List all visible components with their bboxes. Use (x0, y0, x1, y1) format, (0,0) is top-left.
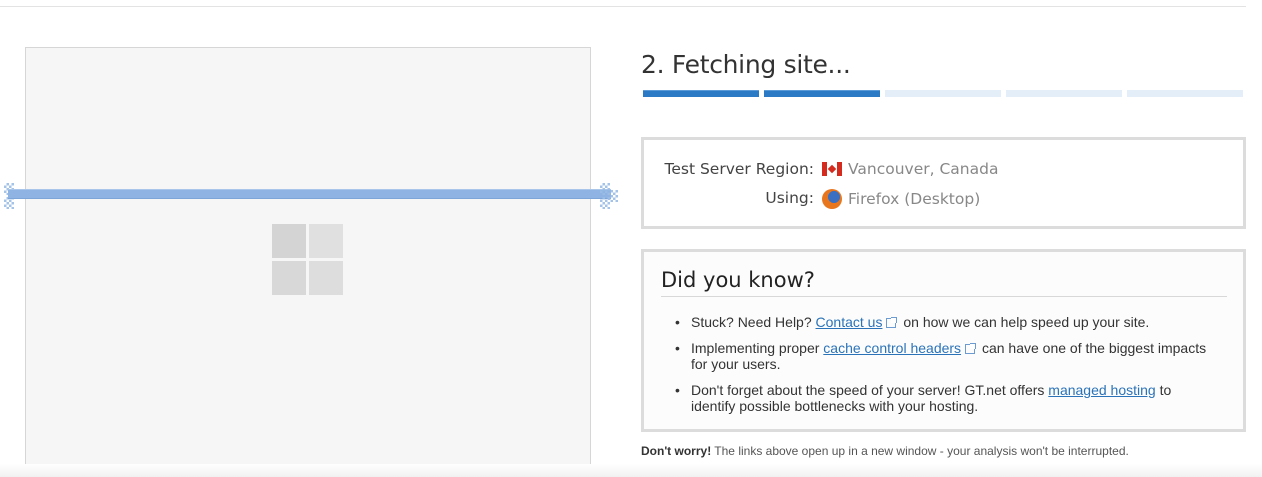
step-progress-bar (643, 90, 1243, 97)
footnote-bold: Don't worry! (641, 444, 712, 458)
progress-segment-pending (1006, 90, 1122, 97)
browser-row: Using: Firefox (Desktop) (644, 189, 1244, 211)
external-link-icon (886, 317, 898, 328)
using-value: Firefox (Desktop) (848, 190, 981, 208)
windows-logo-icon (272, 224, 344, 296)
footnote-text: The links above open up in a new window … (711, 444, 1129, 458)
region-value: Vancouver, Canada (848, 160, 999, 178)
logo-tile (309, 224, 343, 258)
using-label: Using: (765, 189, 814, 207)
logo-tile (272, 224, 306, 258)
progress-segment-complete (643, 90, 759, 97)
region-row: Test Server Region: Vancouver, Canada (644, 160, 1244, 182)
contact-us-link[interactable]: Contact us (816, 314, 883, 330)
tip-item: Stuck? Need Help? Contact us on how we c… (674, 314, 1219, 330)
managed-hosting-link[interactable]: managed hosting (1048, 382, 1155, 398)
progress-segment-complete (764, 90, 880, 97)
bottom-edge (0, 464, 1262, 477)
logo-tile (272, 261, 306, 295)
logo-tile (309, 261, 343, 295)
step-title: 2. Fetching site... (641, 50, 851, 79)
firefox-icon (822, 189, 842, 209)
tip-item: Implementing proper cache control header… (674, 340, 1219, 372)
region-label: Test Server Region: (664, 160, 815, 178)
progress-segment-pending (885, 90, 1001, 97)
tips-title: Did you know? (661, 268, 815, 292)
top-divider (0, 6, 1246, 7)
did-you-know-box: Did you know? Stuck? Need Help? Contact … (641, 249, 1246, 432)
server-info-box: Test Server Region: Vancouver, Canada Us… (641, 137, 1246, 229)
tips-list: Stuck? Need Help? Contact us on how we c… (674, 314, 1219, 424)
progress-segment-pending (1127, 90, 1243, 97)
canada-flag-icon (822, 162, 842, 176)
scan-handle-right (600, 197, 610, 209)
external-link-icon (965, 343, 977, 354)
cache-control-headers-link[interactable]: cache control headers (823, 340, 961, 356)
tips-divider (661, 296, 1227, 297)
footnote: Don't worry! The links above open up in … (641, 444, 1129, 458)
scanning-progress-line (8, 189, 611, 199)
tip-item: Don't forget about the speed of your ser… (674, 382, 1219, 414)
